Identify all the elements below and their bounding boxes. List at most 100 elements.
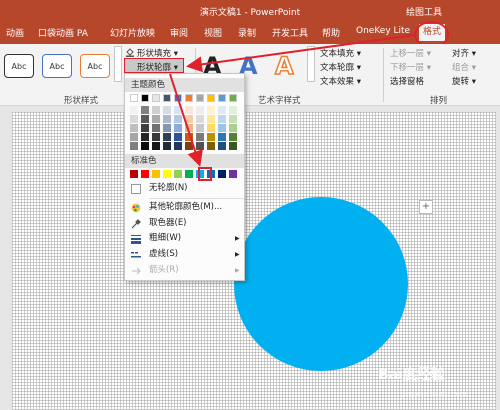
theme-shade-swatch[interactable]: [185, 142, 193, 150]
shape-outline-button[interactable]: 形状轮廓 ▾: [137, 61, 178, 73]
theme-color-swatch[interactable]: [185, 94, 193, 102]
text-outline-button[interactable]: 文本轮廓 ▾: [320, 61, 361, 73]
text-effects-button[interactable]: 文本效果 ▾: [320, 75, 361, 87]
text-fill-button[interactable]: 文本填充 ▾: [320, 47, 361, 59]
theme-color-swatch[interactable]: [229, 94, 237, 102]
shape-style-orange[interactable]: Abc: [80, 54, 110, 78]
theme-shade-swatch[interactable]: [218, 124, 226, 132]
theme-color-swatch[interactable]: [163, 94, 171, 102]
more-outline-colors-item[interactable]: 其他轮廓颜色(M)...: [125, 200, 244, 215]
shape-style-black[interactable]: Abc: [4, 54, 34, 78]
shape-style-blue[interactable]: Abc: [42, 54, 72, 78]
theme-shade-swatch[interactable]: [218, 142, 226, 150]
theme-shade-swatch[interactable]: [163, 106, 171, 114]
theme-shade-swatch[interactable]: [174, 106, 182, 114]
theme-shade-swatch[interactable]: [130, 133, 138, 141]
theme-color-swatch[interactable]: [174, 94, 182, 102]
tab-view[interactable]: 视图: [204, 26, 222, 39]
theme-color-swatch[interactable]: [130, 94, 138, 102]
eyedropper-item[interactable]: 取色器(E): [125, 216, 244, 231]
standard-color-swatch[interactable]: [218, 170, 226, 178]
add-element-button[interactable]: +: [419, 200, 433, 214]
no-outline-item[interactable]: 无轮廓(N): [125, 181, 244, 196]
rotate-button[interactable]: 旋转 ▾: [452, 75, 476, 87]
theme-shade-swatch[interactable]: [229, 115, 237, 123]
standard-color-swatch[interactable]: [229, 170, 237, 178]
theme-shade-swatch[interactable]: [152, 124, 160, 132]
tab-onekey-lite[interactable]: OneKey Lite: [356, 26, 410, 36]
align-button[interactable]: 对齐 ▾: [452, 47, 476, 59]
theme-shade-swatch[interactable]: [196, 106, 204, 114]
group-button[interactable]: 组合 ▾: [452, 61, 476, 73]
theme-shade-swatch[interactable]: [218, 133, 226, 141]
theme-shade-swatch[interactable]: [196, 124, 204, 132]
theme-shade-swatch[interactable]: [229, 124, 237, 132]
theme-color-swatch[interactable]: [141, 94, 149, 102]
standard-color-swatch[interactable]: [152, 170, 160, 178]
tab-developer[interactable]: 开发工具: [272, 26, 308, 39]
theme-shade-swatch[interactable]: [207, 124, 215, 132]
theme-shade-swatch[interactable]: [207, 115, 215, 123]
theme-shade-swatch[interactable]: [163, 115, 171, 123]
theme-color-swatch[interactable]: [207, 94, 215, 102]
tab-slideshow[interactable]: 幻灯片放映: [110, 26, 155, 39]
theme-shade-swatch[interactable]: [141, 133, 149, 141]
theme-shade-swatch[interactable]: [185, 115, 193, 123]
theme-shade-swatch[interactable]: [130, 115, 138, 123]
standard-color-swatch[interactable]: [130, 170, 138, 178]
standard-color-swatch[interactable]: [185, 170, 193, 178]
theme-shade-swatch[interactable]: [152, 115, 160, 123]
theme-shade-swatch[interactable]: [196, 115, 204, 123]
theme-shade-swatch[interactable]: [218, 115, 226, 123]
theme-shade-swatch[interactable]: [163, 133, 171, 141]
tab-pocket-animation[interactable]: 口袋动画 PA: [38, 26, 88, 39]
standard-color-swatch[interactable]: [141, 170, 149, 178]
send-backward-button[interactable]: 下移一层 ▾: [390, 61, 431, 73]
theme-shade-swatch[interactable]: [196, 142, 204, 150]
theme-shade-swatch[interactable]: [185, 133, 193, 141]
theme-shade-swatch[interactable]: [163, 124, 171, 132]
theme-shade-swatch[interactable]: [130, 106, 138, 114]
theme-shade-swatch[interactable]: [174, 133, 182, 141]
wordart-styles-scroll[interactable]: [307, 46, 315, 82]
theme-shade-swatch[interactable]: [163, 142, 171, 150]
theme-shade-swatch[interactable]: [141, 115, 149, 123]
theme-shade-swatch[interactable]: [152, 142, 160, 150]
theme-shade-swatch[interactable]: [229, 106, 237, 114]
tab-record[interactable]: 录制: [238, 26, 256, 39]
theme-shade-swatch[interactable]: [130, 142, 138, 150]
theme-color-swatch[interactable]: [218, 94, 226, 102]
theme-shade-swatch[interactable]: [218, 106, 226, 114]
weight-item[interactable]: 粗细(W) ▶: [125, 231, 244, 246]
theme-shade-swatch[interactable]: [141, 106, 149, 114]
theme-shade-swatch[interactable]: [152, 133, 160, 141]
theme-shade-swatch[interactable]: [229, 133, 237, 141]
theme-color-swatch[interactable]: [152, 94, 160, 102]
theme-shade-swatch[interactable]: [174, 142, 182, 150]
selected-circle-shape[interactable]: [234, 197, 408, 371]
theme-shade-swatch[interactable]: [174, 115, 182, 123]
theme-shade-swatch[interactable]: [207, 142, 215, 150]
theme-color-swatch[interactable]: [196, 94, 204, 102]
theme-shade-swatch[interactable]: [130, 124, 138, 132]
theme-shade-swatch[interactable]: [185, 106, 193, 114]
theme-shade-swatch[interactable]: [229, 142, 237, 150]
theme-shade-swatch[interactable]: [174, 124, 182, 132]
dashes-item[interactable]: 虚线(S) ▶: [125, 247, 244, 262]
standard-color-swatch[interactable]: [174, 170, 182, 178]
wordart-style-orange[interactable]: A: [274, 51, 294, 81]
bring-forward-button[interactable]: 上移一层 ▾: [390, 47, 431, 59]
tab-animations[interactable]: 动画: [6, 26, 24, 39]
theme-shade-swatch[interactable]: [152, 106, 160, 114]
selection-pane-button[interactable]: 选择窗格: [390, 75, 424, 87]
standard-color-swatch[interactable]: [163, 170, 171, 178]
tab-review[interactable]: 审阅: [170, 26, 188, 39]
theme-shade-swatch[interactable]: [196, 133, 204, 141]
theme-shade-swatch[interactable]: [141, 124, 149, 132]
tab-help[interactable]: 帮助: [322, 26, 340, 39]
theme-shade-swatch[interactable]: [185, 124, 193, 132]
theme-shade-swatch[interactable]: [207, 106, 215, 114]
theme-shade-swatch[interactable]: [207, 133, 215, 141]
theme-shade-swatch[interactable]: [141, 142, 149, 150]
shape-styles-scroll[interactable]: [114, 46, 122, 82]
